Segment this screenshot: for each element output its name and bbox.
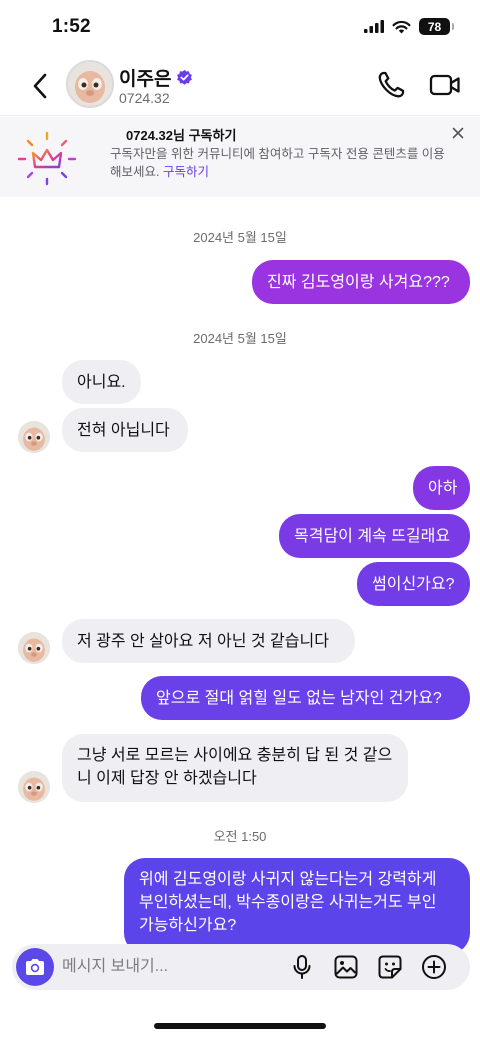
crown-icon — [17, 131, 77, 186]
back-button[interactable] — [24, 68, 56, 104]
microphone-icon[interactable] — [288, 953, 316, 981]
banner-body: 구독자만을 위한 커뮤니티에 참여하고 구독자 전용 콘텐츠를 이용해보세요. … — [110, 145, 446, 181]
subscribe-link[interactable]: 구독하기 — [163, 165, 209, 179]
date-separator: 2024년 5월 15일 — [193, 230, 287, 245]
wifi-icon — [392, 20, 411, 33]
status-icons: 78 — [364, 18, 454, 35]
phone-icon — [378, 71, 405, 98]
message-incoming[interactable]: 아니요. — [62, 360, 141, 404]
call-button[interactable] — [374, 68, 408, 102]
avatar[interactable] — [66, 60, 114, 108]
back-icon — [33, 73, 47, 99]
close-icon[interactable] — [450, 125, 466, 141]
add-icon[interactable] — [420, 953, 448, 981]
contact-name-text: 이주은 — [119, 69, 172, 90]
message-outgoing[interactable]: 위에 김도영이랑 사귀지 않는다는거 강력하게 부인하셨는데, 박수종이랑은 사… — [124, 858, 470, 954]
profile-photo — [18, 632, 50, 664]
chat-header: 이주은 0724.32 — [0, 56, 480, 116]
camera-icon — [26, 959, 44, 975]
sender-avatar[interactable] — [18, 421, 50, 453]
video-call-button[interactable] — [428, 68, 462, 102]
status-time: 1:52 — [52, 16, 91, 37]
battery-icon: 78 — [419, 18, 454, 35]
cellular-signal-icon — [364, 20, 384, 33]
banner-title: 0724.32님 구독하기 — [126, 128, 237, 143]
sticker-icon[interactable] — [376, 953, 404, 981]
profile-photo — [18, 771, 50, 803]
date-separator: 2024년 5월 15일 — [193, 331, 287, 346]
contact-name[interactable]: 이주은 — [119, 64, 193, 91]
date-separator: 오전 1:50 — [213, 829, 267, 844]
message-input[interactable] — [62, 944, 282, 990]
contact-username: 0724.32 — [119, 90, 170, 106]
message-outgoing[interactable]: 목격담이 계속 뜨길래요 — [279, 514, 470, 558]
status-bar: 1:52 78 — [0, 0, 480, 56]
video-camera-icon — [429, 74, 460, 96]
profile-photo — [18, 421, 50, 453]
camera-button[interactable] — [16, 948, 54, 986]
message-outgoing[interactable]: 아하 — [413, 466, 470, 510]
verified-badge-icon — [177, 69, 193, 85]
gallery-icon[interactable] — [332, 953, 360, 981]
banner-description: 구독자만을 위한 커뮤니티에 참여하고 구독자 전용 콘텐츠를 이용해보세요. — [110, 147, 445, 179]
message-outgoing[interactable]: 진짜 김도영이랑 사겨요??? — [252, 260, 470, 304]
profile-photo — [68, 62, 112, 106]
sender-avatar[interactable] — [18, 632, 50, 664]
message-incoming[interactable]: 전혀 아닙니다 — [62, 408, 188, 452]
message-incoming[interactable]: 저 광주 안 살아요 저 아닌 것 같습니다 — [62, 619, 355, 663]
message-outgoing[interactable]: 앞으로 절대 얽힐 일도 없는 남자인 건가요? — [141, 676, 470, 720]
home-indicator[interactable] — [154, 1023, 326, 1029]
subscription-banner[interactable]: 0724.32님 구독하기 구독자만을 위한 커뮤니티에 참여하고 구독자 전용… — [0, 117, 480, 197]
sender-avatar[interactable] — [18, 771, 50, 803]
message-outgoing[interactable]: 썸이신가요? — [357, 562, 470, 606]
battery-level: 78 — [427, 19, 442, 34]
message-incoming[interactable]: 그냥 서로 모르는 사이에요 충분히 답 된 것 같으니 이제 답장 안 하겠습… — [62, 734, 408, 802]
message-composer — [12, 944, 470, 990]
